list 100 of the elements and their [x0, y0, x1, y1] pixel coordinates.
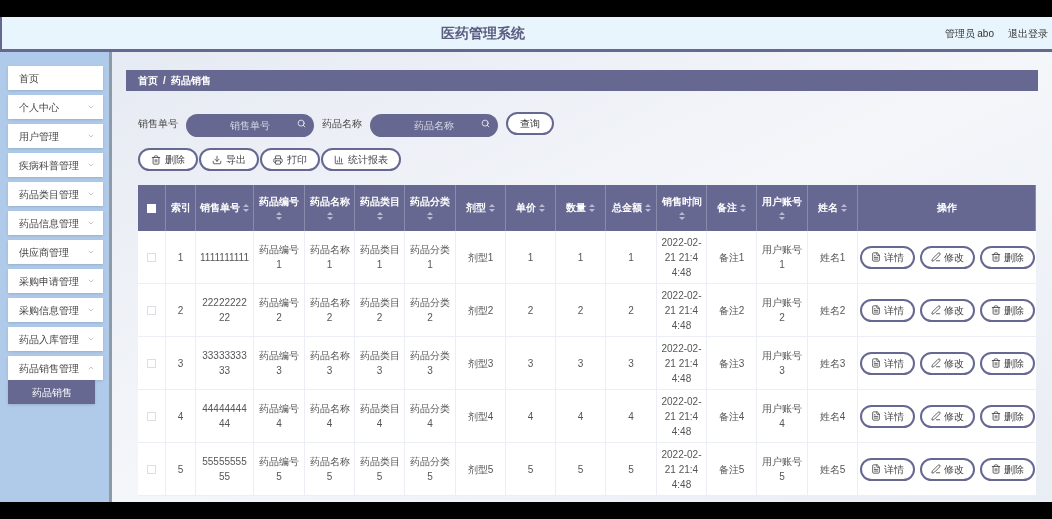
chevron-icon	[87, 277, 95, 285]
logout-link[interactable]: 退出登录	[1008, 25, 1048, 41]
table-cell-text: 用户账号2	[761, 296, 803, 325]
search-icon	[481, 119, 490, 128]
checkbox[interactable]	[147, 358, 156, 368]
row-action-button[interactable]: 删除	[979, 457, 1035, 481]
table-cell-text: 4	[527, 409, 534, 424]
checkbox[interactable]	[147, 464, 156, 474]
search-field[interactable]: 销售单号	[186, 114, 314, 137]
toolbar-button[interactable]: 导出	[199, 148, 259, 171]
table-cell-text: 药品类目4	[359, 402, 400, 431]
row-action-button[interactable]: 修改	[919, 298, 975, 322]
sort-icon[interactable]	[376, 212, 383, 220]
sidebar-item[interactable]: 药品信息管理	[8, 211, 103, 235]
sort-icon[interactable]	[740, 204, 746, 212]
column-header[interactable]: 总金额	[606, 185, 657, 231]
sort-icon[interactable]	[644, 204, 651, 212]
row-action-button[interactable]: 详情	[859, 457, 915, 481]
sort-icon[interactable]	[678, 212, 685, 220]
sort-icon[interactable]	[779, 212, 785, 220]
column-header[interactable]: 用户账号	[757, 185, 808, 231]
trash-icon	[151, 154, 161, 165]
sidebar-item[interactable]: 采购信息管理	[8, 298, 103, 322]
row-action-button[interactable]: 修改	[919, 351, 975, 375]
column-header[interactable]: 药品类目	[355, 185, 405, 231]
sort-icon[interactable]	[276, 212, 282, 220]
column-header[interactable]: 备注	[707, 185, 757, 231]
sidebar-item[interactable]: 药品入库管理	[8, 327, 103, 351]
sidebar-subitem[interactable]: 药品销售	[8, 380, 95, 404]
table-cell-text: 1	[177, 250, 184, 265]
sort-icon[interactable]	[326, 212, 333, 220]
checkbox[interactable]	[147, 411, 156, 421]
sort-icon[interactable]	[589, 204, 595, 212]
table-cell-text: 5	[577, 462, 584, 477]
sort-icon[interactable]	[243, 204, 249, 212]
row-action-button[interactable]: 修改	[919, 245, 975, 269]
table-cell-text: 姓名4	[819, 409, 846, 424]
table-cell-text: 3	[577, 356, 584, 371]
search-field[interactable]: 药品名称	[370, 114, 498, 137]
sort-icon[interactable]	[539, 204, 545, 212]
column-header[interactable]: 单价	[506, 185, 556, 231]
bar-chart-icon	[334, 154, 344, 165]
table-cell-text: 1	[527, 250, 534, 265]
table-cell-text: 药品名称3	[309, 349, 350, 378]
column-header[interactable]: 剂型	[456, 185, 506, 231]
table-cell-text: 姓名5	[819, 462, 846, 477]
row-action-button[interactable]: 详情	[859, 245, 915, 269]
row-action-button[interactable]: 删除	[979, 298, 1035, 322]
sort-icon[interactable]	[427, 212, 433, 220]
pen-icon	[930, 358, 941, 368]
trash-icon	[990, 358, 1001, 368]
table-cell-text: 3	[177, 356, 184, 371]
row-action-button[interactable]: 删除	[979, 245, 1035, 269]
sort-icon[interactable]	[841, 204, 847, 212]
toolbar-button[interactable]: 删除	[138, 148, 198, 171]
sort-icon[interactable]	[489, 204, 495, 212]
app-title: 医药管理系统	[441, 23, 526, 43]
row-action-button[interactable]: 删除	[979, 404, 1035, 428]
sidebar-item[interactable]: 药品类目管理	[8, 182, 103, 206]
row-action-button[interactable]: 详情	[859, 298, 915, 322]
breadcrumb-item: 药品销售	[170, 74, 211, 88]
column-header[interactable]: 数量	[556, 185, 606, 231]
table-cell-text: 药品名称5	[309, 455, 350, 484]
table-cell-text: 姓名2	[819, 303, 846, 318]
row-action-button[interactable]: 详情	[859, 351, 915, 375]
row-action-button[interactable]: 修改	[919, 457, 975, 481]
sidebar-item[interactable]: 药品销售管理	[8, 356, 103, 380]
sidebar-item[interactable]: 采购申请管理	[8, 269, 103, 293]
column-header[interactable]: 药品编号	[254, 185, 305, 231]
document-icon	[870, 358, 881, 368]
column-header[interactable]: 药品分类	[405, 185, 456, 231]
checkbox[interactable]	[147, 252, 156, 262]
column-header[interactable]: 销售单号	[196, 185, 254, 231]
breadcrumb-item[interactable]: 首页	[138, 73, 158, 88]
sidebar-item[interactable]: 首页	[8, 66, 103, 90]
document-icon	[870, 305, 881, 315]
pen-icon	[930, 411, 941, 421]
table-cell-text: 剂型5	[467, 462, 494, 477]
column-header[interactable]: 姓名	[808, 185, 858, 231]
sidebar-item[interactable]: 供应商管理	[8, 240, 103, 264]
trash-icon	[990, 464, 1001, 474]
sidebar-item[interactable]: 个人中心	[8, 95, 103, 119]
checkbox[interactable]	[147, 305, 156, 315]
table-cell-text: 1	[577, 250, 584, 265]
field-label: 药品名称	[322, 117, 362, 131]
row-action-button[interactable]: 删除	[979, 351, 1035, 375]
row-action-button[interactable]: 详情	[859, 404, 915, 428]
table-cell-text: 备注2	[718, 303, 745, 318]
toolbar-button[interactable]: 统计报表	[321, 148, 401, 171]
document-icon	[870, 252, 881, 262]
document-icon	[870, 411, 881, 421]
table-cell-text: 药品名称1	[309, 243, 350, 272]
sidebar-item[interactable]: 疾病科普管理	[8, 153, 103, 177]
sidebar-item[interactable]: 用户管理	[8, 124, 103, 148]
column-header[interactable]: 销售时间	[657, 185, 707, 231]
table-cell-text: 药品编号3	[258, 349, 300, 378]
toolbar-button[interactable]: 打印	[260, 148, 320, 171]
query-button[interactable]: 查询	[506, 112, 554, 135]
row-action-button[interactable]: 修改	[919, 404, 975, 428]
column-header[interactable]: 药品名称	[305, 185, 355, 231]
